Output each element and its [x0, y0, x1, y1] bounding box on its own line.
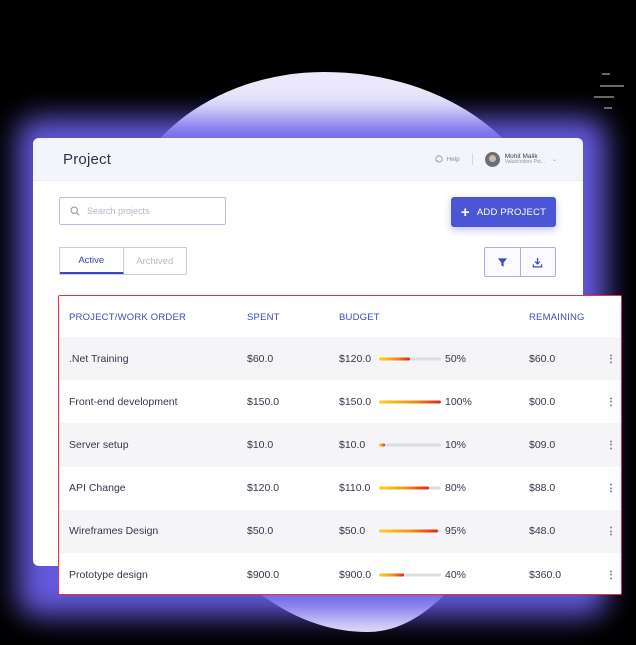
avatar: [484, 151, 500, 167]
search-input[interactable]: [87, 206, 207, 216]
budget-percent: 80%: [445, 482, 467, 495]
table-row[interactable]: API Change $120.0 $110.0 80% $88.0: [59, 467, 621, 510]
table-actions: [484, 247, 556, 277]
project-name: Wireframes Design: [69, 525, 159, 538]
help-link[interactable]: Help: [435, 155, 460, 163]
budget-percent: 50%: [445, 352, 467, 365]
budget-value: $150.0: [339, 395, 372, 408]
budget-progress-bar: [379, 443, 441, 447]
column-header-project[interactable]: PROJECT/WORK ORDER: [69, 312, 186, 323]
project-name: Server setup: [69, 438, 129, 451]
more-vertical-icon[interactable]: [607, 397, 615, 407]
projects-table: PROJECT/WORK ORDER SPENT BUDGET REMAININ…: [58, 295, 622, 595]
budget-progress-bar: [379, 486, 441, 490]
user-menu[interactable]: Mohit Malik Valuecoders Pvt... ⌄: [484, 151, 557, 167]
page-title: Project: [63, 150, 112, 168]
budget-percent: 40%: [445, 568, 467, 581]
table-row[interactable]: Front-end development $150.0 $150.0 100% $00…: [59, 380, 621, 423]
tab-archived[interactable]: Archived: [124, 248, 187, 274]
spent-value: $120.0: [247, 482, 280, 495]
chevron-down-icon: ⌄: [551, 156, 557, 163]
spent-value: $10.0: [247, 438, 274, 451]
download-button[interactable]: [521, 248, 556, 276]
project-name: Front-end development: [69, 395, 178, 408]
project-name: .Net Training: [69, 352, 129, 365]
budget-percent: 95%: [445, 525, 467, 538]
table-header-row: PROJECT/WORK ORDER SPENT BUDGET REMAININ…: [59, 296, 621, 337]
search-box[interactable]: [59, 197, 226, 225]
budget-progress-bar: [379, 529, 441, 533]
remaining-value: $88.0: [529, 482, 556, 495]
window-header: Project Help Mohit Malik Valuecoders Pvt…: [33, 138, 583, 181]
column-header-spent[interactable]: SPENT: [247, 312, 280, 323]
tab-active[interactable]: Active: [60, 248, 124, 274]
budget-progress-bar: [379, 357, 441, 361]
table-row[interactable]: Server setup $10.0 $10.0 10% $09.0: [59, 423, 621, 467]
project-name: API Change: [69, 482, 126, 495]
spent-value: $900.0: [247, 568, 280, 581]
add-project-button[interactable]: + ADD PROJECT: [451, 197, 556, 227]
remaining-value: $360.0: [529, 568, 562, 581]
budget-value: $120.0: [339, 352, 372, 365]
project-name: Prototype design: [69, 568, 148, 581]
download-icon: [532, 257, 543, 268]
remaining-value: $09.0: [529, 438, 556, 451]
decorative-lines: [594, 73, 624, 109]
more-vertical-icon[interactable]: [607, 570, 615, 580]
budget-progress-fill: [379, 486, 429, 490]
help-icon: [435, 155, 443, 163]
remaining-value: $48.0: [529, 525, 556, 538]
budget-value: $10.0: [339, 438, 366, 451]
user-org: Valuecoders Pvt...: [504, 158, 545, 165]
column-header-remaining[interactable]: REMAINING: [529, 312, 585, 323]
budget-percent: 100%: [445, 395, 472, 408]
filter-icon: [497, 257, 507, 267]
budget-progress-bar: [379, 400, 441, 404]
budget-value: $900.0: [339, 568, 372, 581]
budget-progress-fill: [379, 357, 410, 361]
budget-progress-fill: [379, 400, 441, 404]
search-icon: [70, 206, 80, 216]
add-project-label: ADD PROJECT: [476, 206, 547, 218]
column-header-budget[interactable]: BUDGET: [339, 312, 380, 323]
budget-progress-fill: [379, 443, 386, 447]
budget-progress-fill: [379, 529, 438, 533]
spent-value: $50.0: [247, 525, 274, 538]
more-vertical-icon[interactable]: [607, 526, 615, 536]
more-vertical-icon[interactable]: [607, 440, 615, 450]
table-row[interactable]: .Net Training $60.0 $120.0 50% $60.0: [59, 337, 621, 381]
header-actions: Help Mohit Malik Valuecoders Pvt... ⌄: [435, 151, 557, 167]
plus-icon: +: [460, 203, 470, 221]
remaining-value: $60.0: [529, 352, 556, 365]
more-vertical-icon[interactable]: [607, 483, 615, 493]
budget-percent: 10%: [445, 438, 467, 451]
budget-progress-bar: [379, 573, 441, 577]
user-info: Mohit Malik Valuecoders Pvt...: [505, 153, 545, 166]
header-divider: [471, 153, 473, 165]
table-body: .Net Training $60.0 $120.0 50% $60.0 Front-en…: [59, 337, 621, 594]
status-tabs: Active Archived: [59, 247, 187, 275]
spent-value: $150.0: [247, 395, 280, 408]
budget-value: $50.0: [339, 525, 366, 538]
spent-value: $60.0: [247, 352, 274, 365]
filter-button[interactable]: [485, 248, 521, 276]
budget-value: $110.0: [339, 482, 371, 495]
budget-progress-fill: [379, 573, 404, 577]
help-label: Help: [446, 155, 460, 163]
table-row[interactable]: Wireframes Design $50.0 $50.0 95% $48.0: [59, 509, 621, 553]
more-vertical-icon[interactable]: [607, 354, 615, 364]
table-row[interactable]: Prototype design $900.0 $900.0 40% $360.0: [59, 553, 621, 594]
remaining-value: $00.0: [529, 395, 556, 408]
